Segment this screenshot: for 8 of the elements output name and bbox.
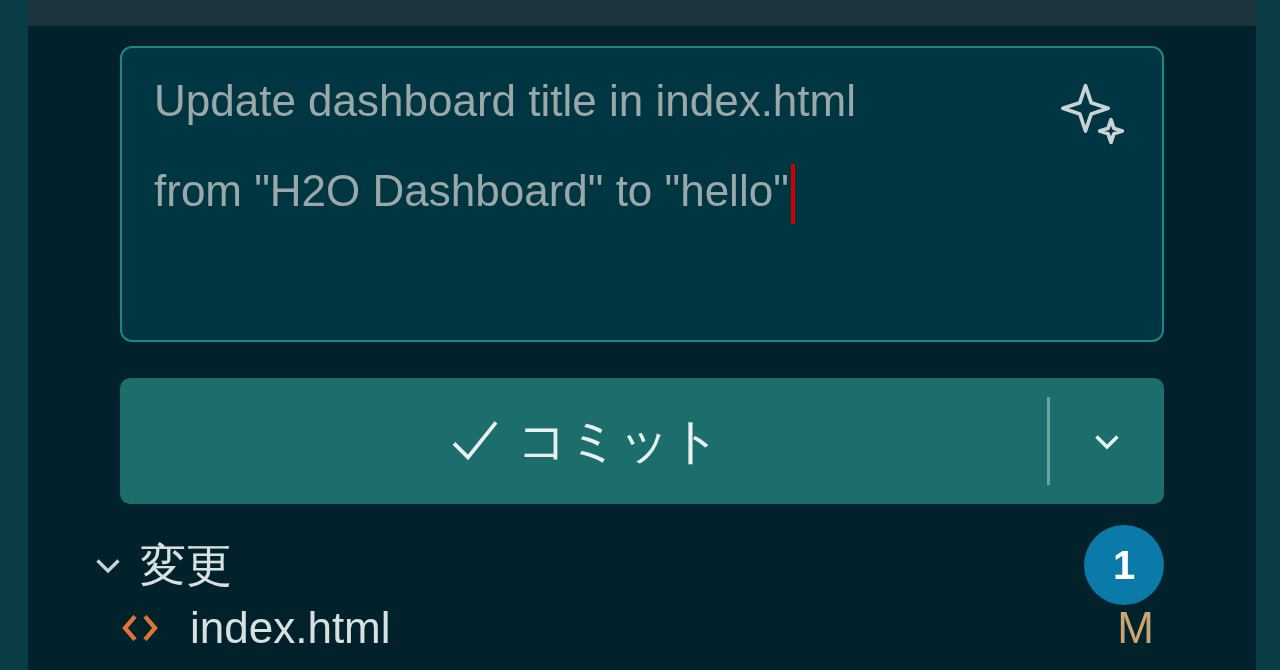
- count-badge: 1: [1084, 525, 1164, 605]
- commit-message-text: Update dashboard title in index.html from "H2O Dashboard" to "hello": [154, 56, 874, 236]
- file-status: M: [1117, 602, 1154, 654]
- file-name: index.html: [190, 602, 391, 654]
- commit-button[interactable]: コミット: [120, 378, 1164, 504]
- commit-button-label: コミット: [516, 411, 721, 471]
- commit-message-field[interactable]: Update dashboard title in index.html from "H2O Dashboard" to "hello": [120, 46, 1164, 342]
- changes-label: 変更: [140, 537, 232, 593]
